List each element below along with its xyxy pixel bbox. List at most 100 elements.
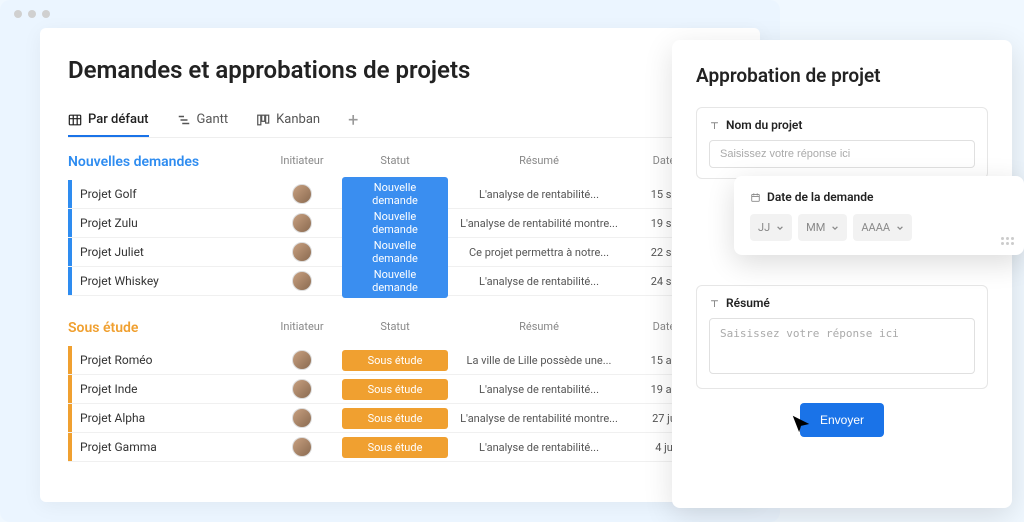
- cell-status[interactable]: Nouvelle demande: [336, 264, 454, 298]
- form-label-row: Résumé: [709, 296, 975, 310]
- col-status: Statut: [336, 154, 454, 176]
- avatar[interactable]: [292, 271, 312, 291]
- avatar[interactable]: [292, 184, 312, 204]
- tab-kanban-label: Kanban: [276, 112, 320, 127]
- date-day-select[interactable]: JJ: [750, 214, 792, 241]
- text-icon: [709, 298, 720, 309]
- project-name-input[interactable]: [709, 140, 975, 168]
- date-year-label: AAAA: [861, 221, 890, 234]
- cell-name: Projet Zulu: [80, 216, 268, 230]
- kanban-icon: [256, 113, 270, 127]
- calendar-icon: [750, 192, 761, 203]
- chevron-down-icon: [831, 224, 839, 232]
- cell-initiator: [268, 184, 336, 204]
- main-panel: Demandes et approbations de projets Par …: [40, 28, 760, 502]
- avatar[interactable]: [292, 379, 312, 399]
- grid-icon: [68, 113, 82, 127]
- status-badge: Sous étude: [342, 379, 448, 400]
- column-headers: Nouvelles demandes Initiateur Statut Rés…: [68, 154, 732, 176]
- table-row[interactable]: Projet ZuluNouvelle demandeL'analyse de …: [68, 209, 732, 238]
- date-year-select[interactable]: AAAA: [853, 214, 912, 241]
- cursor-icon: [790, 413, 812, 435]
- form-title: Approbation de projet: [696, 64, 988, 87]
- status-badge: Sous étude: [342, 350, 448, 371]
- cell-summary: La ville de Lille possède une...: [454, 354, 624, 367]
- table-row[interactable]: Projet Gamma Sous étude L'analyse de renta…: [68, 433, 732, 462]
- table-row[interactable]: Projet Roméo Sous étude La ville de Lille …: [68, 346, 732, 375]
- column-headers: Sous étude Initiateur Statut Résumé Date: [68, 320, 732, 342]
- cell-name: Projet Alpha: [80, 411, 268, 425]
- tab-kanban[interactable]: Kanban: [256, 104, 320, 137]
- summary-textarea[interactable]: [709, 318, 975, 374]
- cell-initiator: [268, 213, 336, 233]
- tab-gantt[interactable]: Gantt: [177, 104, 229, 137]
- tab-default[interactable]: Par défaut: [68, 104, 149, 137]
- cell-initiator: [268, 242, 336, 262]
- cell-status[interactable]: Sous étude: [336, 437, 454, 458]
- cell-summary: L'analyse de rentabilité montre...: [454, 217, 624, 230]
- drag-handle[interactable]: [1001, 237, 1014, 245]
- table-row[interactable]: Projet GolfNouvelle demandeL'analyse de …: [68, 180, 732, 209]
- row-accent: [68, 180, 72, 208]
- group-new-requests: Nouvelles demandes Initiateur Statut Rés…: [68, 154, 732, 296]
- status-badge: Sous étude: [342, 408, 448, 429]
- gantt-icon: [177, 113, 191, 127]
- group-under-study: Sous étude Initiateur Statut Résumé Date…: [68, 320, 732, 462]
- cell-status[interactable]: Sous étude: [336, 379, 454, 400]
- date-field-card[interactable]: Date de la demande JJ MM AAAA: [734, 176, 1024, 255]
- cell-name: Projet Golf: [80, 187, 268, 201]
- status-badge: Nouvelle demande: [342, 264, 448, 298]
- cell-initiator: [268, 437, 336, 457]
- row-accent: [68, 267, 72, 295]
- cell-initiator: [268, 350, 336, 370]
- date-label: Date de la demande: [767, 190, 873, 204]
- row-accent: [68, 433, 72, 461]
- chevron-down-icon: [776, 224, 784, 232]
- table-row[interactable]: Projet Whiskey Nouvelle demande L'analyse …: [68, 267, 732, 296]
- cell-summary: L'analyse de rentabilité...: [454, 275, 624, 288]
- date-selects: JJ MM AAAA: [750, 214, 1008, 241]
- date-month-select[interactable]: MM: [798, 214, 847, 241]
- form-group-summary: Résumé: [696, 285, 988, 389]
- form-label-row: Nom du projet: [709, 118, 975, 132]
- cell-name: Projet Inde: [80, 382, 268, 396]
- cell-summary: L'analyse de rentabilité...: [454, 188, 624, 201]
- col-initiator: Initiateur: [268, 320, 336, 342]
- row-accent: [68, 404, 72, 432]
- avatar[interactable]: [292, 437, 312, 457]
- table-row[interactable]: Projet JulietNouvelle demandeCe projet p…: [68, 238, 732, 267]
- avatar[interactable]: [292, 242, 312, 262]
- table-row[interactable]: Projet IndeSous étudeL'analyse de rentab…: [68, 375, 732, 404]
- cell-summary: L'analyse de rentabilité...: [454, 441, 624, 454]
- cell-name: Projet Gamma: [80, 440, 268, 454]
- row-accent: [68, 238, 72, 266]
- status-badge: Sous étude: [342, 437, 448, 458]
- cell-status[interactable]: Sous étude: [336, 350, 454, 371]
- cell-status[interactable]: Sous étude: [336, 408, 454, 429]
- cell-summary: Ce projet permettra à notre...: [454, 246, 624, 259]
- cell-name: Projet Roméo: [80, 353, 268, 367]
- avatar[interactable]: [292, 350, 312, 370]
- col-summary: Résumé: [454, 320, 624, 342]
- group-heading-study[interactable]: Sous étude: [68, 320, 268, 336]
- window-controls: [14, 10, 50, 18]
- add-view-button[interactable]: +: [348, 110, 358, 131]
- cell-name: Projet Juliet: [80, 245, 268, 259]
- tab-gantt-label: Gantt: [197, 112, 229, 127]
- submit-row: Envoyer: [696, 403, 988, 437]
- cell-name: Projet Whiskey: [80, 274, 268, 288]
- summary-label: Résumé: [726, 296, 770, 310]
- page-title: Demandes et approbations de projets: [68, 56, 732, 84]
- group-heading-new[interactable]: Nouvelles demandes: [68, 154, 268, 170]
- date-month-label: MM: [806, 221, 825, 234]
- avatar[interactable]: [292, 213, 312, 233]
- row-accent: [68, 209, 72, 237]
- submit-button[interactable]: Envoyer: [800, 403, 884, 437]
- avatar[interactable]: [292, 408, 312, 428]
- date-day-label: JJ: [758, 221, 770, 234]
- cell-initiator: [268, 408, 336, 428]
- table-row[interactable]: Projet Alpha Sous étude L'analyse de renta…: [68, 404, 732, 433]
- approval-form-panel: Approbation de projet Nom du projet Résu…: [672, 40, 1012, 508]
- row-accent: [68, 346, 72, 374]
- cell-summary: L'analyse de rentabilité montre...: [454, 412, 624, 425]
